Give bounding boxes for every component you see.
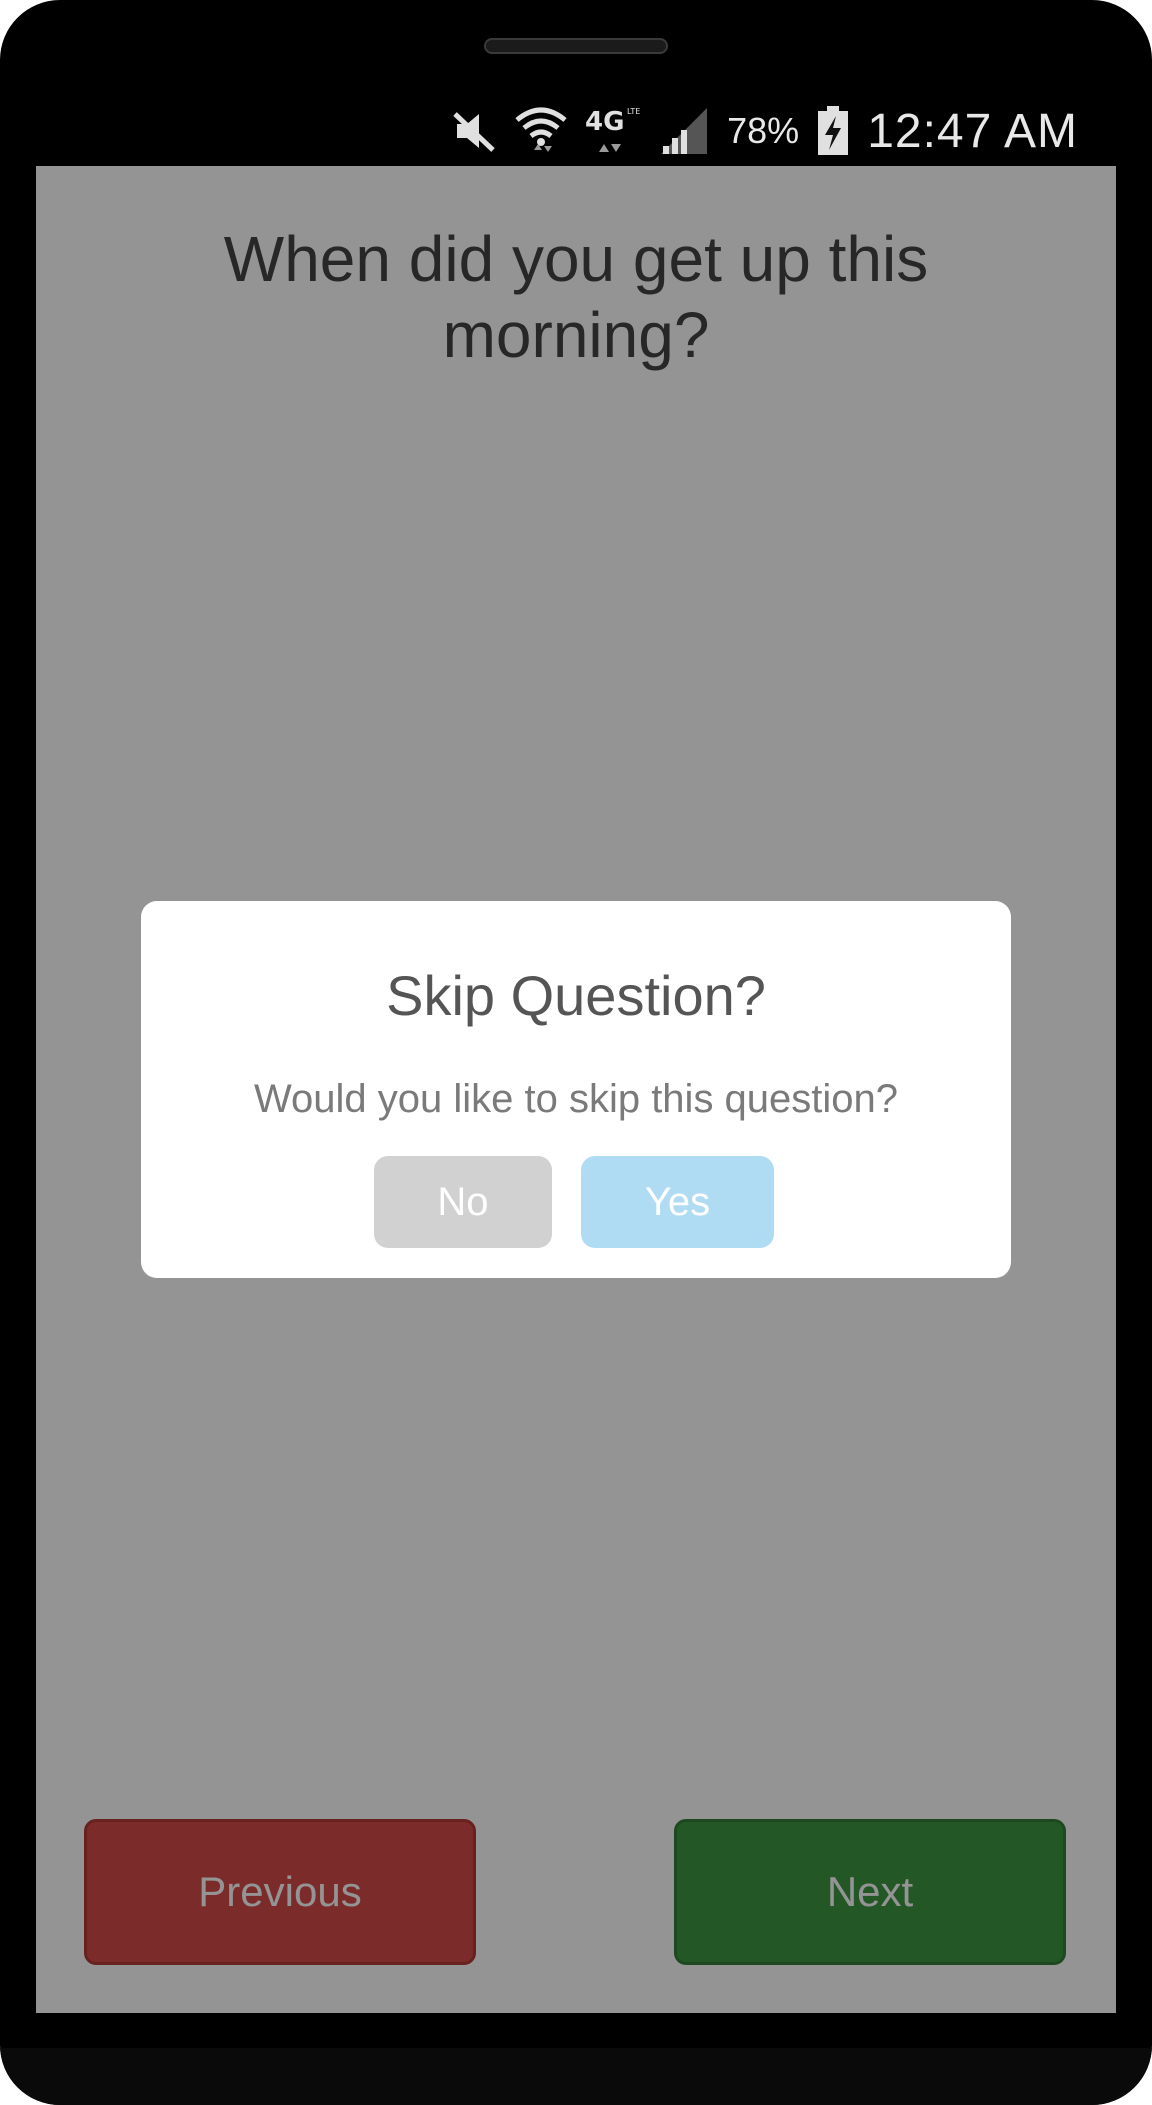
- signal-icon: [659, 106, 709, 156]
- yes-button[interactable]: Yes: [581, 1156, 774, 1248]
- 4g-lte-icon: 4G LTE: [585, 104, 641, 158]
- svg-text:4G: 4G: [585, 107, 624, 137]
- skip-question-dialog: Skip Question? Would you like to skip th…: [141, 901, 1011, 1278]
- status-bar: 4G LTE 78% 12:47 AM: [36, 96, 1116, 166]
- wifi-icon: [515, 104, 567, 158]
- bottom-bezel: [0, 2048, 1152, 2105]
- dialog-title: Skip Question?: [386, 964, 766, 1027]
- mute-icon: [451, 108, 497, 154]
- status-clock: 12:47 AM: [867, 104, 1078, 158]
- phone-frame: 4G LTE 78% 12:47 AM When did you get up …: [0, 0, 1152, 2105]
- svg-text:LTE: LTE: [627, 107, 640, 116]
- status-icons: 4G LTE 78% 12:47 AM: [451, 96, 1116, 166]
- earpiece-speaker: [484, 38, 668, 54]
- dialog-message: Would you like to skip this question?: [253, 1077, 899, 1121]
- battery-percent: 78%: [727, 110, 800, 151]
- battery-charging-icon: [817, 106, 849, 156]
- no-button[interactable]: No: [374, 1156, 552, 1248]
- app-screen: When did you get up this morning? Previo…: [36, 166, 1116, 2013]
